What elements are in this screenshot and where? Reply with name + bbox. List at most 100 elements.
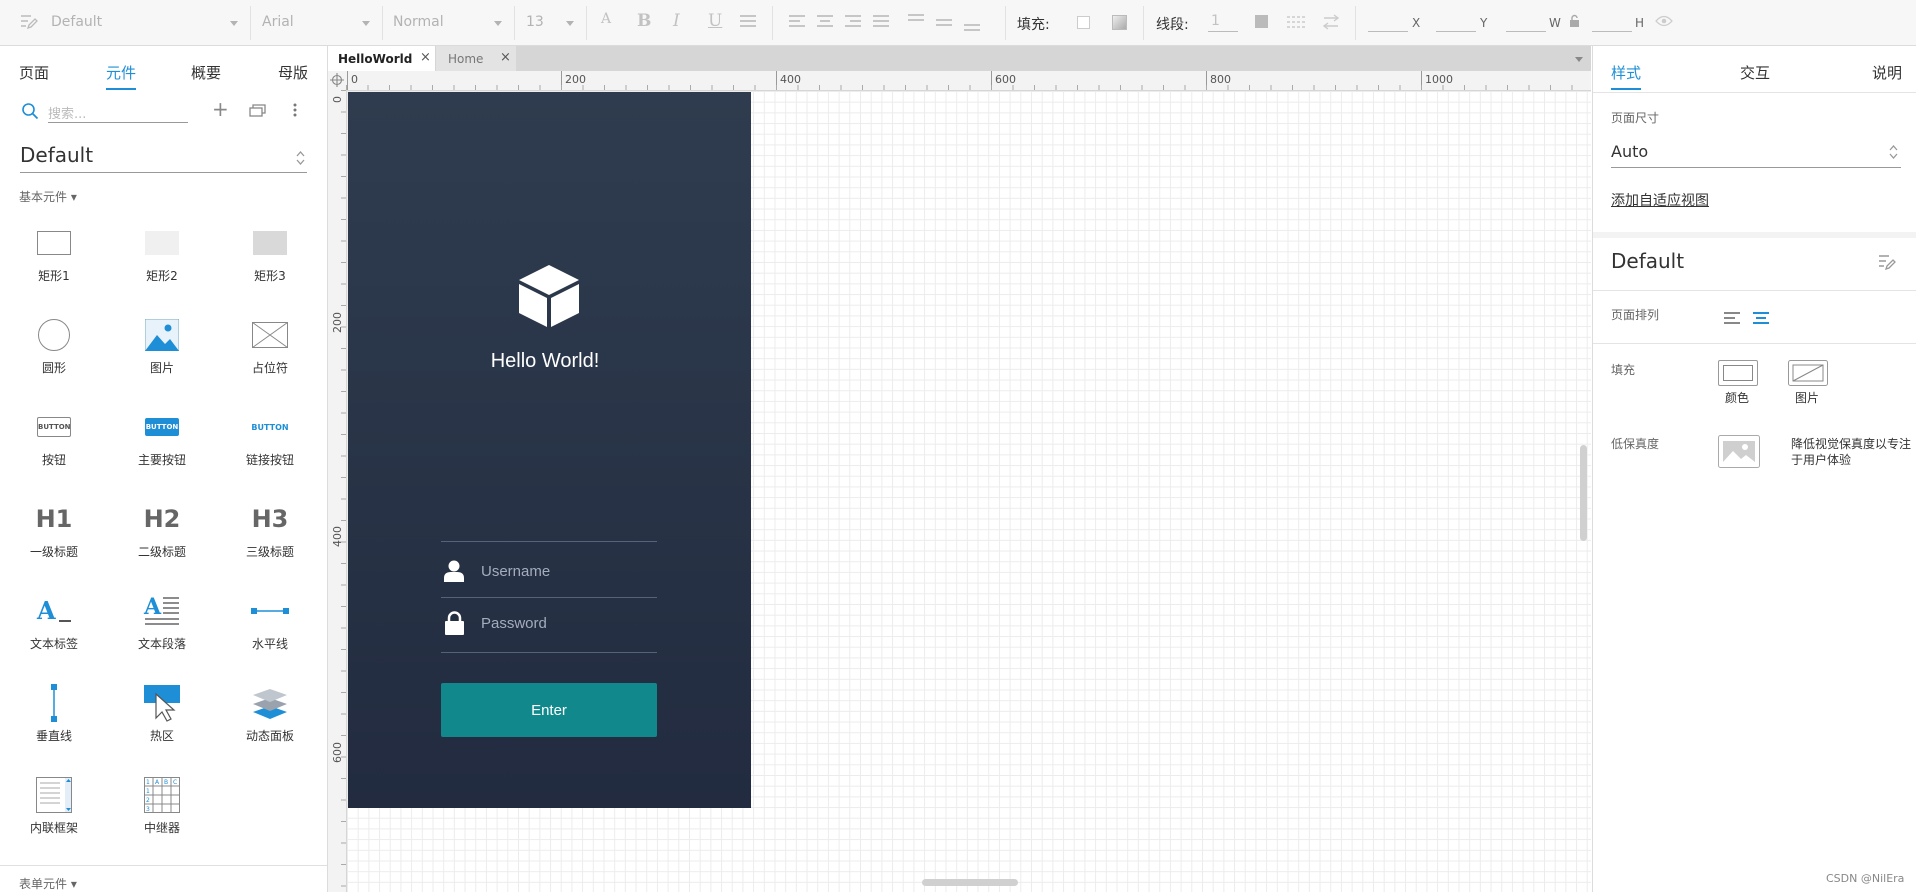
widget-rectangle-1[interactable]: 矩形1 bbox=[9, 223, 99, 284]
section-basic-widgets[interactable]: 基本元件 ▾ bbox=[19, 188, 77, 205]
prototype-page[interactable]: Hello World! Username Password Enter bbox=[348, 92, 751, 808]
style-select[interactable]: Default bbox=[51, 8, 241, 36]
underline-icon[interactable]: U bbox=[708, 11, 722, 31]
valign-bottom-icon[interactable] bbox=[964, 24, 980, 38]
widget-text-paragraph[interactable]: A 文本段落 bbox=[117, 591, 207, 652]
shadow-icon[interactable] bbox=[1112, 15, 1127, 30]
font-family-select[interactable]: Arial bbox=[262, 8, 372, 36]
arrow-style-icon[interactable] bbox=[1322, 14, 1340, 30]
fill-color-button[interactable] bbox=[1718, 360, 1758, 386]
stroke-color-swatch[interactable] bbox=[1255, 15, 1268, 28]
doc-tab-home[interactable]: Home × bbox=[436, 46, 516, 71]
style-edit-icon[interactable] bbox=[20, 13, 38, 30]
vertical-ruler: 0 200 400 600 bbox=[328, 90, 347, 892]
widget-vertical-line[interactable]: 垂直线 bbox=[9, 683, 99, 744]
search-input[interactable]: 搜索... bbox=[48, 103, 86, 122]
tab-notes[interactable]: 说明 bbox=[1872, 62, 1902, 83]
password-input[interactable]: Password bbox=[481, 615, 547, 632]
add-library-icon[interactable]: + bbox=[212, 97, 229, 121]
align-center-icon[interactable] bbox=[1753, 312, 1769, 326]
prototype-title: Hello World! bbox=[490, 350, 600, 372]
w-input[interactable] bbox=[1506, 31, 1546, 32]
fill-image-icon[interactable] bbox=[1788, 360, 1828, 386]
more-options-icon[interactable] bbox=[292, 102, 298, 118]
widget-hotspot[interactable]: 热区 bbox=[117, 683, 207, 744]
widget-h3[interactable]: H3 三级标题 bbox=[225, 499, 315, 560]
close-tab-icon[interactable]: × bbox=[500, 50, 511, 65]
vertical-scrollbar[interactable] bbox=[1580, 445, 1587, 541]
font-weight-select[interactable]: Normal bbox=[393, 8, 503, 36]
tab-outline[interactable]: 概要 bbox=[191, 62, 221, 83]
widget-text-label[interactable]: A 文本标签 bbox=[9, 591, 99, 652]
tab-style[interactable]: 样式 bbox=[1611, 62, 1641, 83]
italic-icon[interactable]: I bbox=[673, 11, 680, 31]
widget-label: 二级标题 bbox=[137, 545, 186, 559]
widget-h1[interactable]: H1 一级标题 bbox=[9, 499, 99, 560]
bold-icon[interactable]: B bbox=[637, 11, 651, 31]
tab-masters[interactable]: 母版 bbox=[278, 62, 308, 83]
widget-horizontal-line[interactable]: 水平线 bbox=[225, 591, 315, 652]
fill-color-swatch[interactable] bbox=[1077, 16, 1090, 29]
widget-button[interactable]: BUTTON 按钮 bbox=[9, 407, 99, 468]
ruler-minor-ticks bbox=[346, 85, 1591, 90]
widget-inline-frame[interactable]: 内联框架 bbox=[9, 775, 99, 836]
doc-tab-helloworld[interactable]: HelloWorld × bbox=[328, 46, 435, 71]
svg-text:B: B bbox=[164, 779, 168, 786]
widget-label: 垂直线 bbox=[35, 729, 72, 743]
widget-primary-button[interactable]: BUTTON 主要按钮 bbox=[117, 407, 207, 468]
updown-chevron-icon[interactable] bbox=[1889, 144, 1898, 160]
divider bbox=[1593, 92, 1916, 93]
ruler-origin[interactable] bbox=[328, 71, 347, 91]
edit-style-icon[interactable] bbox=[1878, 254, 1896, 270]
align-left-icon[interactable] bbox=[1724, 312, 1740, 326]
widget-repeater[interactable]: 1ABC 123 中继器 bbox=[117, 775, 207, 836]
valign-middle-icon[interactable] bbox=[936, 19, 952, 33]
fill-label: 填充: bbox=[1017, 17, 1050, 33]
widget-rectangle-2[interactable]: 矩形2 bbox=[117, 223, 207, 284]
section-form-widgets[interactable]: 表单元件 ▾ bbox=[19, 875, 77, 892]
tab-overflow-chevron-icon[interactable] bbox=[1575, 57, 1583, 62]
widget-rectangle-3[interactable]: 矩形3 bbox=[225, 223, 315, 284]
low-fidelity-image-icon[interactable] bbox=[1718, 435, 1760, 468]
align-left-icon[interactable] bbox=[789, 15, 805, 29]
stroke-pattern-icon[interactable] bbox=[1287, 15, 1305, 29]
tab-interactions[interactable]: 交互 bbox=[1740, 62, 1770, 83]
horizontal-scrollbar[interactable] bbox=[922, 879, 1018, 886]
enter-button[interactable]: Enter bbox=[441, 683, 657, 737]
username-input[interactable]: Username bbox=[481, 563, 550, 580]
y-input[interactable] bbox=[1436, 31, 1476, 32]
page-size-label: 页面尺寸 bbox=[1611, 111, 1660, 125]
bullet-list-icon[interactable] bbox=[740, 15, 756, 29]
library-select[interactable]: Default bbox=[20, 143, 93, 167]
tab-widgets[interactable]: 元件 bbox=[106, 62, 136, 83]
svg-text:2: 2 bbox=[146, 797, 150, 804]
widget-dynamic-panel[interactable]: 动态面板 bbox=[225, 683, 315, 744]
visibility-eye-icon[interactable] bbox=[1655, 15, 1673, 27]
widget-label: 按钮 bbox=[41, 453, 66, 467]
valign-top-icon[interactable] bbox=[908, 14, 924, 28]
widget-link-button[interactable]: BUTTON 链接按钮 bbox=[225, 407, 315, 468]
widget-image[interactable]: 图片 bbox=[117, 315, 207, 376]
page-size-select[interactable]: Auto bbox=[1611, 142, 1648, 161]
x-input[interactable] bbox=[1368, 31, 1408, 32]
widget-circle[interactable]: 圆形 bbox=[9, 315, 99, 376]
divider bbox=[1593, 290, 1916, 291]
library-menu-icon[interactable] bbox=[249, 104, 267, 118]
add-adaptive-view-link[interactable]: 添加自适应视图 bbox=[1611, 190, 1709, 210]
align-right-icon[interactable] bbox=[845, 15, 861, 29]
updown-chevron-icon[interactable] bbox=[296, 150, 305, 166]
h-input[interactable] bbox=[1592, 31, 1632, 32]
font-color-icon[interactable]: A bbox=[601, 11, 611, 27]
button-icon: BUTTON bbox=[37, 417, 71, 437]
lock-icon[interactable] bbox=[1569, 14, 1580, 28]
widget-label: 主要按钮 bbox=[137, 453, 186, 467]
justify-icon[interactable] bbox=[873, 15, 889, 29]
align-center-icon[interactable] bbox=[817, 15, 833, 29]
tab-pages[interactable]: 页面 bbox=[19, 62, 49, 83]
close-tab-icon[interactable]: × bbox=[420, 50, 431, 65]
stroke-width-value[interactable]: 1 bbox=[1211, 13, 1220, 29]
widget-label: 热区 bbox=[149, 729, 174, 743]
widget-h2[interactable]: H2 二级标题 bbox=[117, 499, 207, 560]
widget-label: 文本标签 bbox=[29, 637, 78, 651]
widget-placeholder[interactable]: 占位符 bbox=[225, 315, 315, 376]
